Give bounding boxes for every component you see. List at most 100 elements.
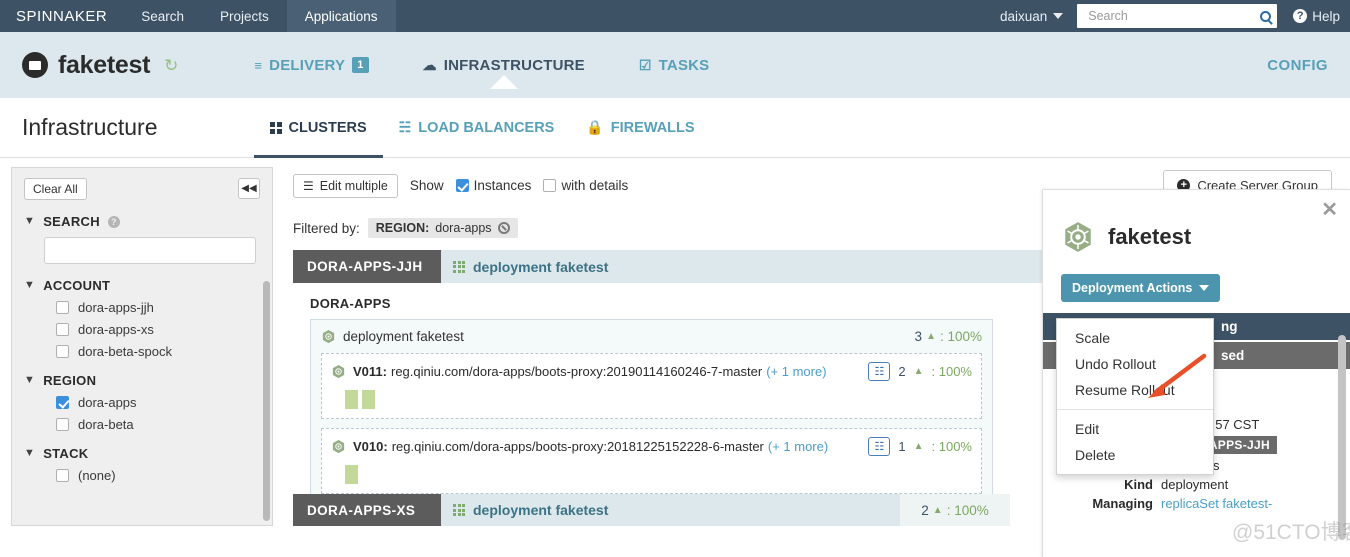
dropdown-item-undo-rollout[interactable]: Undo Rollout: [1057, 351, 1213, 377]
filter-group-region-header[interactable]: ▼ REGION: [24, 373, 260, 388]
dropdown-item-resume-rollout[interactable]: Resume Rollout: [1057, 377, 1213, 403]
subtab-firewalls[interactable]: 🔒 FIREWALLS: [570, 98, 710, 157]
help-link[interactable]: ? Help: [1277, 9, 1340, 24]
sidebar-search-input[interactable]: [44, 237, 256, 264]
instance-row-header: V010: reg.qiniu.com/dora-apps/boots-prox…: [331, 437, 972, 456]
page-subtabs: CLUSTERS ☵ LOAD BALANCERS 🔒 FIREWALLS: [254, 98, 711, 157]
global-search-input[interactable]: [1086, 8, 1256, 24]
topnav-item-applications[interactable]: Applications: [287, 0, 396, 32]
topnav-item-search[interactable]: Search: [123, 0, 202, 32]
filter-option-dora-apps-jjh[interactable]: dora-apps-jjh: [56, 300, 260, 315]
application-navigation-bar: faketest ↻ ≡ DELIVERY 1 ☁ INFRASTRUCTURE…: [0, 32, 1350, 98]
deployment-actions-button[interactable]: Deployment Actions: [1061, 274, 1220, 302]
cloud-icon: ☁: [423, 57, 437, 74]
filter-option-none[interactable]: (none): [56, 468, 260, 483]
clear-all-button[interactable]: Clear All: [24, 178, 87, 200]
load-balancer-icon[interactable]: ☷: [868, 362, 890, 381]
filter-option-label: (none): [78, 468, 116, 483]
topnav-right-group: daixuan ? Help: [986, 0, 1350, 32]
checkbox-icon[interactable]: [56, 345, 69, 358]
instance-square[interactable]: [362, 390, 375, 409]
filter-option-dora-apps[interactable]: dora-apps: [56, 395, 260, 410]
subtab-load-balancers-label: LOAD BALANCERS: [418, 120, 554, 136]
tab-delivery[interactable]: ≡ DELIVERY 1: [254, 57, 368, 74]
active-tab-arrow: [490, 75, 518, 89]
chevron-down-icon: [1053, 13, 1063, 19]
server-group-card[interactable]: deployment faketest 3 ▲ : 100% V011: reg…: [310, 319, 993, 507]
with-details-checkbox-option[interactable]: with details: [543, 178, 628, 193]
instance-version: V011:: [353, 364, 387, 379]
tab-infrastructure-label: INFRASTRUCTURE: [444, 57, 585, 74]
server-group-name: deployment faketest: [343, 329, 464, 344]
instance-row-header: V011: reg.qiniu.com/dora-apps/boots-prox…: [331, 362, 972, 381]
instance-image-path: reg.qiniu.com/dora-apps/boots-proxy:2018…: [392, 439, 764, 454]
details-row-kind: Kind deployment: [1043, 477, 1350, 492]
tab-infrastructure[interactable]: ☁ INFRASTRUCTURE: [423, 57, 585, 74]
subtab-load-balancers[interactable]: ☵ LOAD BALANCERS: [383, 98, 571, 157]
global-search-box[interactable]: [1077, 4, 1277, 28]
config-link[interactable]: CONFIG: [1267, 57, 1328, 74]
subtab-firewalls-label: FIREWALLS: [611, 120, 695, 136]
details-row-value-link[interactable]: replicaSet faketest-: [1161, 496, 1272, 511]
filter-group-stack: ▼ STACK (none): [24, 446, 260, 483]
server-group-count-percent: : 100%: [940, 329, 982, 344]
dropdown-item-delete[interactable]: Delete: [1057, 442, 1213, 468]
dropdown-item-scale[interactable]: Scale: [1057, 325, 1213, 351]
instance-square[interactable]: [345, 390, 358, 409]
application-name: faketest: [58, 51, 150, 80]
checkbox-icon[interactable]: [543, 179, 556, 192]
details-section-blue-label: ng: [1221, 319, 1238, 334]
cluster-header-dora-apps-xs[interactable]: DORA-APPS-XS deployment faketest 2 ▲ : 1…: [293, 494, 1010, 526]
collapse-sidebar-icon[interactable]: ◀◀: [238, 178, 260, 199]
edit-multiple-button[interactable]: ☰ Edit multiple: [293, 174, 398, 198]
help-icon[interactable]: ?: [108, 216, 120, 228]
deployment-actions-label: Deployment Actions: [1072, 281, 1192, 295]
filter-group-account-header[interactable]: ▼ ACCOUNT: [24, 278, 260, 293]
active-filter-pill: REGION: dora-apps: [368, 218, 518, 238]
instance-more-link[interactable]: (+ 1 more): [768, 439, 828, 454]
dropdown-item-edit[interactable]: Edit: [1057, 416, 1213, 442]
details-panel-title-group: faketest: [1043, 190, 1350, 254]
refresh-icon[interactable]: ↻: [164, 57, 178, 74]
filter-option-dora-beta-spock[interactable]: dora-beta-spock: [56, 344, 260, 359]
instances-checkbox-option[interactable]: Instances: [456, 178, 532, 193]
server-group-header: deployment faketest 3 ▲ : 100%: [321, 329, 982, 344]
up-triangle-icon: ▲: [914, 366, 924, 377]
filter-group-search-header[interactable]: ▼ SEARCH ?: [24, 214, 260, 229]
instance-row[interactable]: V011: reg.qiniu.com/dora-apps/boots-prox…: [321, 353, 982, 419]
application-tabs: ≡ DELIVERY 1 ☁ INFRASTRUCTURE ☑ TASKS: [254, 57, 709, 74]
filter-option-label: dora-beta-spock: [78, 344, 172, 359]
instance-square[interactable]: [345, 465, 358, 484]
cluster-title[interactable]: deployment faketest: [441, 494, 900, 526]
checkbox-icon[interactable]: [56, 396, 69, 409]
sidebar-scrollbar[interactable]: [263, 281, 270, 521]
up-triangle-icon: ▲: [914, 441, 924, 452]
filtered-by-label: Filtered by:: [293, 221, 360, 236]
filter-option-dora-apps-xs[interactable]: dora-apps-xs: [56, 322, 260, 337]
tab-tasks[interactable]: ☑ TASKS: [639, 57, 710, 74]
instance-squares: [345, 390, 972, 409]
checkbox-icon[interactable]: [56, 323, 69, 336]
checkbox-icon[interactable]: [56, 469, 69, 482]
load-balancer-icon[interactable]: ☷: [868, 437, 890, 456]
checkbox-icon[interactable]: [456, 179, 469, 192]
spinnaker-logo[interactable]: SPINNAKER: [0, 0, 123, 32]
instance-row[interactable]: V010: reg.qiniu.com/dora-apps/boots-prox…: [321, 428, 982, 494]
filter-option-dora-beta[interactable]: dora-beta: [56, 417, 260, 432]
subtab-clusters[interactable]: CLUSTERS: [254, 98, 383, 157]
filter-group-stack-header[interactable]: ▼ STACK: [24, 446, 260, 461]
chevron-down-icon: ▼: [24, 375, 35, 386]
kubernetes-icon: [331, 439, 346, 454]
user-menu[interactable]: daixuan: [986, 9, 1077, 24]
filter-group-account: ▼ ACCOUNT dora-apps-jjh dora-apps-xs dor…: [24, 278, 260, 359]
topnav-item-projects[interactable]: Projects: [202, 0, 287, 32]
checkbox-icon[interactable]: [56, 301, 69, 314]
checkbox-icon[interactable]: [56, 418, 69, 431]
dropdown-separator: [1057, 409, 1213, 410]
remove-filter-icon[interactable]: [498, 222, 510, 234]
instance-more-link[interactable]: (+ 1 more): [766, 364, 826, 379]
details-panel-scrollbar[interactable]: [1338, 335, 1346, 540]
search-icon[interactable]: [1260, 11, 1271, 22]
details-row-managing: Managing replicaSet faketest-: [1043, 496, 1350, 511]
close-icon[interactable]: ✕: [1321, 200, 1338, 220]
